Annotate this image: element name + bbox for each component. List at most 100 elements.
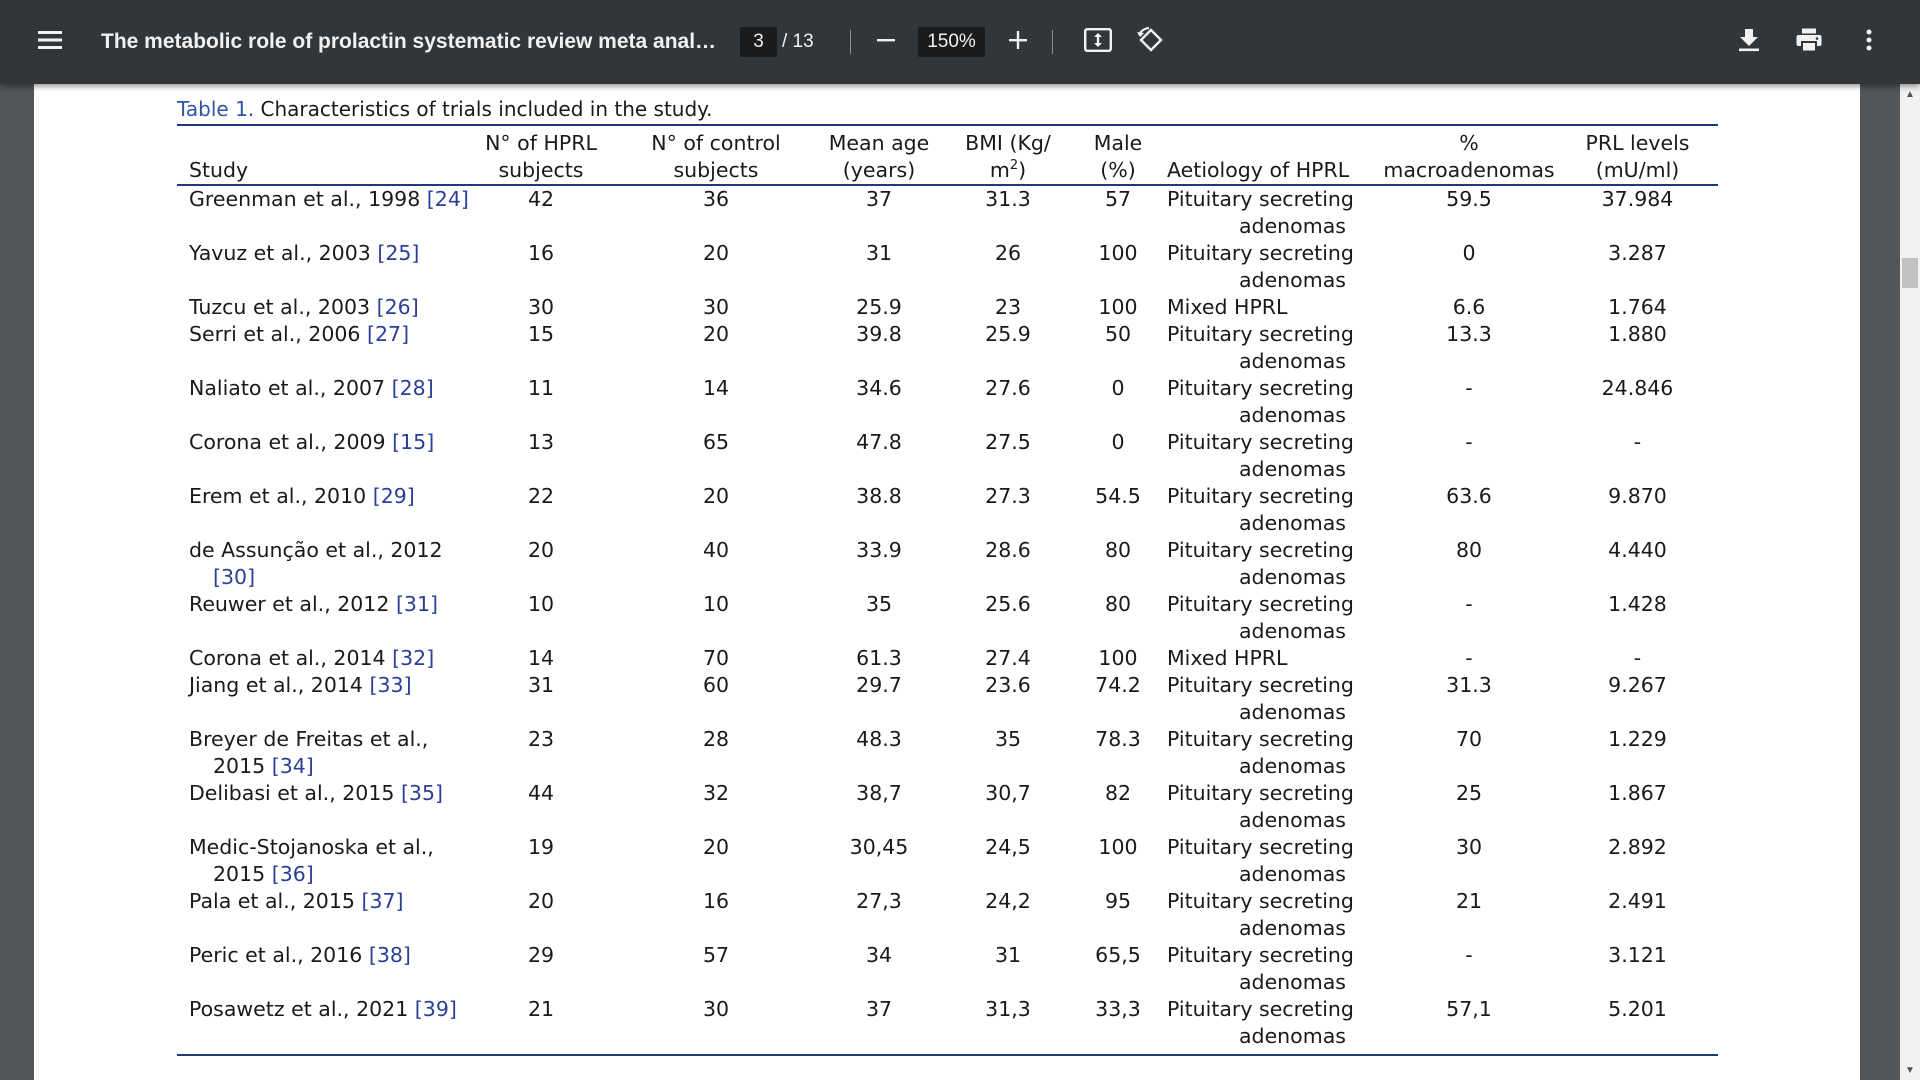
cell-male-percent: 95 bbox=[1104, 889, 1132, 913]
cell-male-percent: 100 bbox=[1098, 646, 1138, 670]
reference-link[interactable]: [25] bbox=[377, 241, 419, 265]
reference-link[interactable]: [15] bbox=[392, 430, 434, 454]
cell-mean-age: 34.6 bbox=[856, 376, 902, 400]
cell-hprl-subjects: 21 bbox=[527, 997, 555, 1021]
reference-link[interactable]: [33] bbox=[370, 673, 412, 697]
reference-link[interactable]: [26] bbox=[377, 295, 419, 319]
reference-link[interactable]: [29] bbox=[373, 484, 415, 508]
cell-male-percent: 50 bbox=[1104, 322, 1132, 346]
rotate-button[interactable] bbox=[1127, 18, 1175, 66]
cell-macroadenomas: - bbox=[1465, 376, 1473, 400]
menu-button[interactable] bbox=[26, 18, 74, 66]
cell-study: Delibasi et al., 2015 [35] bbox=[177, 780, 477, 834]
cell-control-subjects: 20 bbox=[702, 322, 730, 346]
cell-aetiology: Pituitary secreting adenomas bbox=[1167, 943, 1354, 994]
cell-macroadenomas: 21 bbox=[1455, 889, 1483, 913]
cell-macroadenomas: 59.5 bbox=[1446, 187, 1492, 211]
cell-aetiology: Pituitary secreting adenomas bbox=[1167, 592, 1354, 643]
reference-link[interactable]: [31] bbox=[396, 592, 438, 616]
table-label: Table 1. bbox=[177, 97, 255, 121]
cell-control-subjects: 40 bbox=[702, 538, 730, 562]
scrollbar-thumb[interactable] bbox=[1902, 258, 1918, 288]
cell-hprl-subjects: 14 bbox=[527, 646, 555, 670]
cell-macroadenomas: - bbox=[1465, 592, 1473, 616]
cell-aetiology: Pituitary secreting adenomas bbox=[1167, 430, 1354, 481]
cell-macroadenomas: 70 bbox=[1455, 727, 1483, 751]
fit-page-button[interactable] bbox=[1074, 18, 1122, 66]
reference-link[interactable]: [34] bbox=[272, 754, 314, 778]
cell-macroadenomas: 80 bbox=[1455, 538, 1483, 562]
cell-aetiology: Pituitary secreting adenomas bbox=[1167, 322, 1354, 373]
scroll-down-arrow-icon[interactable]: ▼ bbox=[1900, 1060, 1920, 1080]
reference-link[interactable]: [35] bbox=[401, 781, 443, 805]
cell-prl-levels: 4.440 bbox=[1608, 538, 1667, 562]
more-options-button[interactable] bbox=[1845, 18, 1893, 66]
cell-aetiology: Pituitary secreting adenomas bbox=[1167, 727, 1354, 778]
cell-control-subjects: 28 bbox=[702, 727, 730, 751]
reference-link[interactable]: [37] bbox=[361, 889, 403, 913]
study-name: Delibasi et al., 2015 bbox=[189, 781, 395, 805]
cell-bmi: 27.4 bbox=[985, 646, 1031, 670]
cell-mean-age: 37 bbox=[865, 997, 893, 1021]
cell-study: Jiang et al., 2014 [33] bbox=[177, 672, 477, 726]
study-name: de Assunção et al., 2012 bbox=[189, 538, 443, 562]
cell-hprl-subjects: 20 bbox=[527, 538, 555, 562]
cell-study: de Assunção et al., 2012 [30] bbox=[177, 537, 477, 591]
reference-link[interactable]: [24] bbox=[427, 187, 469, 211]
hamburger-menu-icon bbox=[38, 30, 62, 55]
download-button[interactable] bbox=[1725, 18, 1773, 66]
study-name: Greenman et al., 1998 bbox=[189, 187, 421, 211]
zoom-in-button[interactable] bbox=[994, 18, 1042, 66]
table-row: Corona et al., 2014 [32] 14 70 61.3 27.4 100 M… bbox=[177, 645, 1718, 672]
cell-study: Reuwer et al., 2012 [31] bbox=[177, 591, 477, 645]
cell-aetiology: Mixed HPRL bbox=[1167, 646, 1288, 670]
cell-bmi: 28.6 bbox=[985, 538, 1031, 562]
cell-bmi: 26 bbox=[994, 241, 1022, 265]
cell-prl-levels: 2.892 bbox=[1608, 835, 1667, 859]
cell-hprl-subjects: 10 bbox=[527, 592, 555, 616]
cell-male-percent: 80 bbox=[1104, 592, 1132, 616]
cell-prl-levels: 3.121 bbox=[1608, 943, 1667, 967]
cell-mean-age: 38,7 bbox=[856, 781, 902, 805]
table-row: Yavuz et al., 2003 [25] 16 20 31 26 100 Pituit… bbox=[177, 240, 1718, 294]
reference-link[interactable]: [28] bbox=[392, 376, 434, 400]
reference-link[interactable]: [27] bbox=[367, 322, 409, 346]
cell-mean-age: 35 bbox=[865, 592, 893, 616]
pdf-page: Table 1. Characteristics of trials inclu… bbox=[34, 84, 1860, 1080]
cell-prl-levels: 37.984 bbox=[1601, 187, 1674, 211]
page-number-input[interactable] bbox=[740, 27, 777, 57]
cell-bmi: 24,5 bbox=[985, 835, 1031, 859]
cell-control-subjects: 16 bbox=[702, 889, 730, 913]
header-hprl-subjects: N° of HPRL subjects bbox=[477, 126, 605, 186]
pdf-viewer[interactable]: Table 1. Characteristics of trials inclu… bbox=[0, 84, 1900, 1080]
header-aetiology: Aetiology of HPRL bbox=[1151, 126, 1381, 186]
zoom-out-button[interactable] bbox=[862, 18, 910, 66]
page-total: / 13 bbox=[782, 31, 814, 52]
cell-macroadenomas: 31.3 bbox=[1446, 673, 1492, 697]
header-macroadenomas: % macroadenomas bbox=[1381, 126, 1557, 186]
zoom-input[interactable] bbox=[918, 27, 985, 57]
plus-icon bbox=[1008, 30, 1028, 55]
cell-hprl-subjects: 42 bbox=[527, 187, 555, 211]
header-bmi: BMI (Kg/m2) bbox=[931, 126, 1085, 186]
reference-link[interactable]: [32] bbox=[392, 646, 434, 670]
cell-hprl-subjects: 44 bbox=[527, 781, 555, 805]
cell-bmi: 27.6 bbox=[985, 376, 1031, 400]
reference-link[interactable]: [39] bbox=[415, 997, 457, 1021]
cell-hprl-subjects: 16 bbox=[527, 241, 555, 265]
table-row: Greenman et al., 1998 [24] 42 36 37 31.3 57 Pi… bbox=[177, 185, 1718, 240]
vertical-scrollbar[interactable]: ▲ ▼ bbox=[1900, 84, 1920, 1080]
cell-bmi: 23.6 bbox=[985, 673, 1031, 697]
table-row: Naliato et al., 2007 [28] 11 14 34.6 27.6 0 Pi… bbox=[177, 375, 1718, 429]
scroll-up-arrow-icon[interactable]: ▲ bbox=[1900, 84, 1920, 104]
cell-male-percent: 100 bbox=[1098, 241, 1138, 265]
cell-hprl-subjects: 29 bbox=[527, 943, 555, 967]
reference-link[interactable]: [36] bbox=[272, 862, 314, 886]
cell-control-subjects: 20 bbox=[702, 241, 730, 265]
reference-link[interactable]: [38] bbox=[369, 943, 411, 967]
cell-macroadenomas: 25 bbox=[1455, 781, 1483, 805]
reference-link[interactable]: [30] bbox=[213, 565, 255, 589]
print-button[interactable] bbox=[1785, 18, 1833, 66]
cell-prl-levels: - bbox=[1633, 430, 1642, 454]
cell-study: Greenman et al., 1998 [24] bbox=[177, 185, 477, 240]
